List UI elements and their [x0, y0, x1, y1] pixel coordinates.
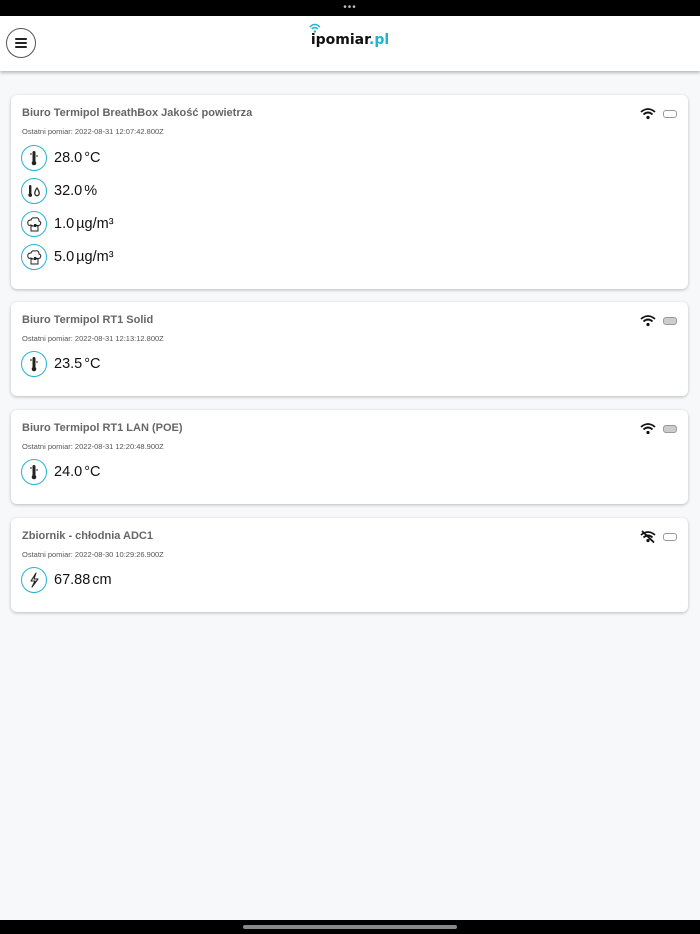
thermometer-icon — [21, 351, 47, 377]
battery-icon — [663, 110, 677, 118]
logo-signal-icon — [309, 23, 321, 33]
reading-unit: µg/m³ — [76, 249, 114, 265]
wifi-icon — [640, 108, 656, 120]
wifi-off-icon — [640, 530, 656, 543]
last-measurement: Ostatni pomiar: 2022-08-31 12:07:42.800Z — [22, 127, 164, 136]
device-name: Biuro Termipol RT1 Solid — [22, 314, 154, 326]
smog-icon — [21, 244, 47, 270]
thermometer-icon — [21, 145, 47, 171]
status-bar: ••• — [0, 0, 700, 16]
device-card[interactable]: Biuro Termipol BreathBox Jakość powietrz… — [11, 95, 688, 289]
app-logo: ipomiar.pl — [309, 23, 390, 48]
last-measurement: Ostatni pomiar: 2022-08-31 12:13:12.800Z — [22, 334, 164, 343]
battery-icon — [663, 533, 677, 541]
reading-unit: °C — [84, 356, 101, 372]
menu-button[interactable] — [6, 28, 36, 58]
last-measurement: Ostatni pomiar: 2022-08-30 10:29:26.900Z — [22, 550, 164, 559]
reading-unit: µg/m³ — [76, 216, 114, 232]
device-name: Zbiornik - chłodnia ADC1 — [22, 530, 153, 542]
reading-unit: cm — [92, 572, 112, 588]
app-header: ipomiar.pl — [0, 16, 700, 71]
logo-main: ipomiar — [310, 32, 370, 48]
humidity-icon — [21, 178, 47, 204]
device-name: Biuro Termipol RT1 LAN (POE) — [22, 422, 183, 434]
reading-value: 67.88 — [54, 572, 91, 588]
reading-value: 32.0 — [54, 183, 83, 199]
reading-value: 28.0 — [54, 150, 83, 166]
device-card[interactable]: Biuro Termipol RT1 LAN (POE) Ostatni pom… — [11, 410, 688, 504]
multitask-dots[interactable]: ••• — [343, 3, 357, 13]
hamburger-icon — [15, 38, 27, 40]
reading-value: 1.0 — [54, 216, 75, 232]
device-card[interactable]: Zbiornik - chłodnia ADC1 Ostatni pomiar:… — [11, 518, 688, 612]
reading-unit: °C — [84, 150, 101, 166]
reading-unit: % — [84, 183, 98, 199]
home-indicator[interactable] — [243, 925, 457, 929]
battery-icon — [663, 425, 677, 433]
reading-value: 5.0 — [54, 249, 75, 265]
smog-icon — [21, 211, 47, 237]
reading-value: 24.0 — [54, 464, 83, 480]
last-measurement: Ostatni pomiar: 2022-08-31 12:20:48.900Z — [22, 442, 164, 451]
thermometer-icon — [21, 459, 47, 485]
reading-value: 23.5 — [54, 356, 83, 372]
wifi-icon — [640, 423, 656, 435]
device-card[interactable]: Biuro Termipol RT1 Solid Ostatni pomiar:… — [11, 302, 688, 396]
device-name: Biuro Termipol BreathBox Jakość powietrz… — [22, 107, 253, 119]
battery-icon — [663, 317, 677, 325]
logo-suffix: .pl — [369, 32, 390, 48]
wifi-icon — [640, 315, 656, 327]
reading-unit: °C — [84, 464, 101, 480]
voltage-icon — [21, 567, 47, 593]
